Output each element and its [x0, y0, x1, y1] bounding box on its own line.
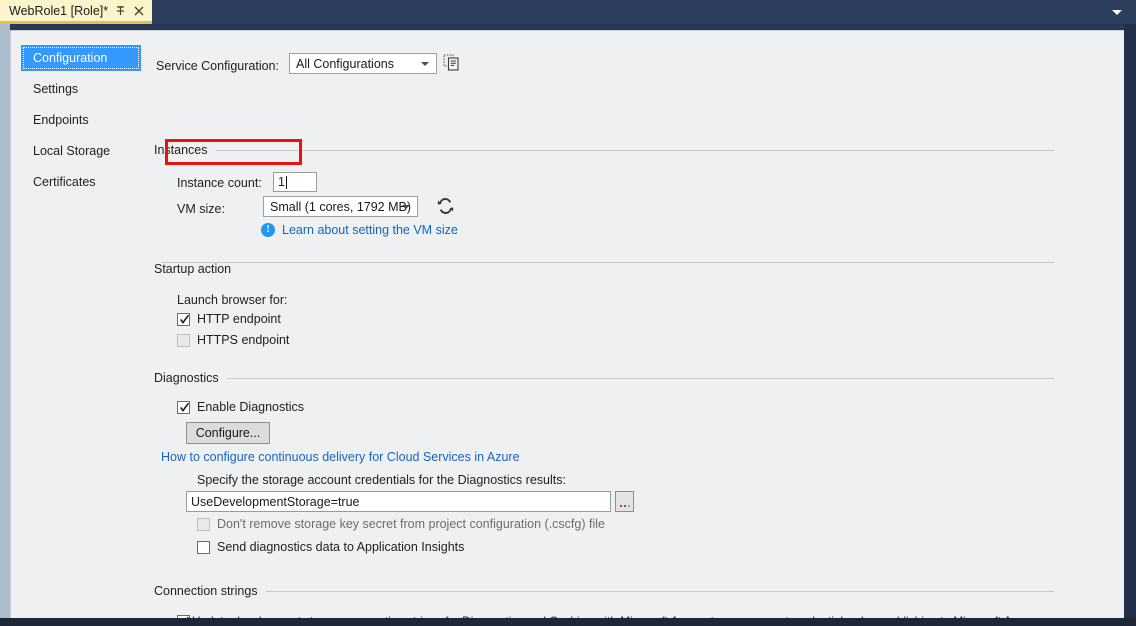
sidebar-item-certificates[interactable]: Certificates [21, 169, 141, 195]
check-icon [180, 402, 189, 413]
chevron-down-icon [421, 62, 429, 66]
close-icon[interactable] [133, 5, 145, 17]
http-endpoint-checkbox[interactable] [177, 313, 190, 326]
info-icon: ! [261, 223, 275, 237]
copy-configuration-icon[interactable] [443, 54, 461, 75]
chevron-down-icon [1112, 10, 1122, 15]
instances-group-header: Instances [154, 143, 1054, 157]
sidebar-item-label: Endpoints [33, 113, 89, 127]
sidebar-item-local-storage[interactable]: Local Storage [21, 138, 141, 164]
check-icon [180, 314, 189, 325]
diagnostics-group-header: Diagnostics [154, 371, 1054, 385]
https-endpoint-checkbox-row[interactable]: HTTPS endpoint [177, 333, 289, 347]
pin-icon[interactable] [115, 4, 126, 17]
window-bottom-edge [0, 618, 1136, 626]
instances-group-title: Instances [154, 143, 208, 157]
learn-vm-size-link[interactable]: Learn about setting the VM size [282, 223, 458, 238]
http-endpoint-label: HTTP endpoint [197, 312, 281, 326]
continuous-delivery-link[interactable]: How to configure continuous delivery for… [161, 450, 520, 465]
service-configuration-dropdown[interactable]: All Configurations [289, 53, 437, 74]
dont-remove-storage-key-checkbox-row[interactable]: Don't remove storage key secret from pro… [197, 517, 605, 531]
sidebar-item-configuration[interactable]: Configuration [21, 45, 141, 71]
application-insights-label: Send diagnostics data to Application Ins… [217, 540, 464, 554]
sidebar-item-label: Certificates [33, 175, 96, 189]
application-insights-checkbox[interactable] [197, 541, 210, 554]
sidebar-item-endpoints[interactable]: Endpoints [21, 107, 141, 133]
connection-strings-group-title: Connection strings [154, 584, 258, 598]
document-well-background-left [0, 24, 10, 626]
https-endpoint-checkbox[interactable] [177, 334, 190, 347]
chevron-down-icon [402, 205, 410, 209]
sidebar-item-settings[interactable]: Settings [21, 76, 141, 102]
storage-connection-string-value: UseDevelopmentStorage=true [191, 495, 360, 509]
group-divider [162, 262, 1054, 263]
browse-storage-button[interactable] [615, 491, 634, 512]
configure-button-label: Configure... [196, 426, 261, 440]
connection-strings-group-header: Connection strings [154, 584, 1054, 598]
window-right-edge [1124, 24, 1136, 626]
dont-remove-storage-key-label: Don't remove storage key secret from pro… [217, 517, 605, 531]
diagnostics-group-title: Diagnostics [154, 371, 219, 385]
application-insights-checkbox-row[interactable]: Send diagnostics data to Application Ins… [197, 540, 464, 554]
enable-diagnostics-checkbox-row[interactable]: Enable Diagnostics [177, 400, 304, 414]
instance-count-input[interactable]: 1 [273, 172, 317, 192]
service-configuration-value: All Configurations [296, 57, 394, 71]
dont-remove-storage-key-checkbox[interactable] [197, 518, 210, 531]
instance-count-value: 1 [278, 175, 285, 189]
tab-strip: WebRole1 [Role]* [0, 0, 1136, 24]
https-endpoint-label: HTTPS endpoint [197, 333, 289, 347]
enable-diagnostics-checkbox[interactable] [177, 401, 190, 414]
group-divider [227, 378, 1054, 379]
designer-sidebar: Configuration Settings Endpoints Local S… [11, 31, 149, 618]
storage-connection-string-input[interactable]: UseDevelopmentStorage=true [186, 491, 611, 512]
role-designer-panel: Configuration Settings Endpoints Local S… [10, 30, 1124, 618]
vm-size-label: VM size: [177, 201, 225, 217]
startup-action-group-header [154, 262, 1054, 263]
refresh-icon[interactable] [437, 197, 454, 218]
sidebar-item-label: Local Storage [33, 144, 110, 158]
sidebar-item-label: Settings [33, 82, 78, 96]
sidebar-item-label: Configuration [33, 51, 107, 65]
visual-studio-role-designer: WebRole1 [Role]* Co [0, 0, 1136, 626]
configure-button[interactable]: Configure... [186, 422, 270, 444]
designer-content: Service Configuration: All Configuration… [149, 31, 1124, 618]
tab-title: WebRole1 [Role]* [9, 1, 108, 21]
http-endpoint-checkbox-row[interactable]: HTTP endpoint [177, 312, 281, 326]
vm-size-dropdown[interactable]: Small (1 cores, 1792 MB) [263, 196, 418, 217]
tab-overflow-button[interactable] [1106, 0, 1128, 24]
service-configuration-label: Service Configuration: [156, 58, 279, 74]
enable-diagnostics-label: Enable Diagnostics [197, 400, 304, 414]
startup-action-group-title-text: Startup action [154, 262, 231, 276]
vm-size-value: Small (1 cores, 1792 MB) [270, 200, 411, 214]
launch-browser-label: Launch browser for: [177, 292, 287, 308]
group-divider [216, 150, 1054, 151]
tab-webrole1-role[interactable]: WebRole1 [Role]* [0, 0, 152, 24]
instance-count-label: Instance count: [177, 175, 262, 191]
storage-credentials-label: Specify the storage account credentials … [197, 472, 566, 488]
group-divider [266, 591, 1054, 592]
